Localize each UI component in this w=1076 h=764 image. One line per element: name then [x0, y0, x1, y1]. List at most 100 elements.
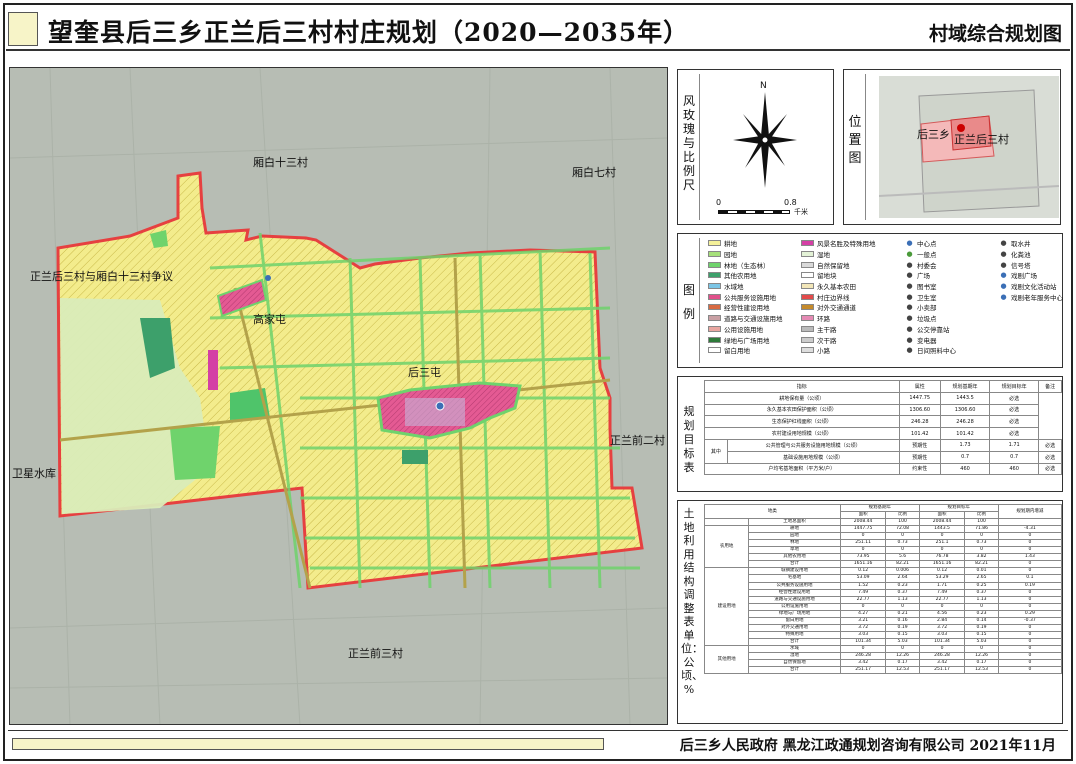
legend-symbol-icon: ● — [906, 282, 913, 291]
legend-symbol-icon: ● — [906, 314, 913, 323]
legend-label: 中心点 — [917, 240, 937, 249]
land-header-cell: 规划期内增减 — [997, 503, 1063, 520]
legend-item: 永久基本农田 — [801, 281, 905, 292]
land-cell: 公用设施用地 — [748, 602, 841, 611]
map-label-n7: 厢白七村 — [572, 166, 616, 179]
legend-swatch — [801, 304, 814, 311]
map-label-n13: 厢白十三村 — [253, 156, 308, 169]
legend-swatch — [801, 283, 814, 290]
land-cell: 82.21 — [964, 560, 999, 569]
land-cell: 0 — [964, 602, 999, 611]
land-row: 其他用地 水域 0 0 0 0 0 — [703, 644, 1063, 675]
land-cell: 72.08 — [885, 525, 920, 534]
land-cell: 其他农用地 — [748, 553, 841, 562]
goals-header-cell: 指标 — [704, 380, 900, 393]
legend-label: 自然保留地 — [817, 261, 850, 270]
legend-label: 公交停靠站 — [917, 325, 950, 334]
legend-item: 道路与交通设施用地 — [708, 313, 801, 324]
land-cell: 0.12 — [918, 567, 966, 576]
title-bar: 望奎县后三乡正兰后三村村庄规划（2020—2035年） 村域综合规划图 — [8, 9, 1068, 49]
legend-item: 村庄边界线 — [801, 291, 905, 302]
legend-swatch — [708, 272, 721, 279]
land-cell: 0.12 — [839, 567, 887, 576]
land-cell: 0.37 — [885, 588, 920, 597]
panel-divider — [699, 238, 700, 363]
land-cell: 3.72 — [918, 623, 966, 632]
legend-item: 小路 — [801, 345, 905, 356]
land-cell: 12.26 — [885, 651, 920, 661]
goals-cell: 必选 — [1038, 438, 1062, 452]
land-cell — [997, 518, 1063, 527]
land-cell: 100 — [964, 518, 999, 527]
village-map[interactable]: 厢白十三村 厢白七村 正兰后三村与厢白十三村争议 高家屯 后三屯 正兰前二村 卫… — [9, 67, 668, 725]
land-cell: 251.17 — [839, 666, 887, 675]
goals-cell: 预期性 — [898, 438, 942, 452]
legend-item: ● 卫生室 — [905, 291, 999, 302]
land-cell: 2008.44 — [839, 518, 887, 527]
legend-label: 取水井 — [1011, 240, 1031, 249]
legend-item: ● 广场 — [905, 270, 999, 281]
legend-symbol-icon: ● — [906, 324, 913, 333]
land-row: 经营性建设用地 7.49 0.37 7.49 0.37 0 — [705, 588, 1063, 597]
land-row: 留白用地 3.21 0.16 2.84 0.14 -0.37 — [705, 616, 1063, 625]
scale-bar — [718, 210, 790, 214]
land-cell: 3.82 — [964, 553, 999, 562]
scale-start: 0 — [716, 198, 722, 207]
legend-label: 园地 — [724, 251, 737, 260]
land-cell: 251.11 — [839, 539, 887, 548]
land-row: 草地 0 0 0 0 0 — [705, 546, 1063, 555]
land-cell: 0 — [997, 644, 1063, 653]
land-cell: 5.6 — [885, 553, 920, 562]
land-cell: 251.17 — [918, 666, 966, 675]
land-cell: 76.78 — [918, 553, 966, 562]
legend-symbol-icon: ● — [906, 346, 913, 355]
land-cell: 0 — [997, 539, 1063, 548]
land-cell: 1651.16 — [918, 560, 966, 569]
legend-swatch — [708, 304, 721, 311]
land-row: 对外交通用地 3.72 0.19 3.72 0.19 0 — [705, 623, 1063, 632]
legend-label: 垃圾点 — [917, 315, 937, 324]
land-cell: 22.77 — [839, 595, 887, 604]
legend-label: 卫生室 — [917, 293, 937, 302]
land-cell: 82.21 — [885, 560, 920, 569]
legend-swatch — [801, 325, 814, 332]
land-cell: 道路与交通设施用地 — [748, 595, 841, 604]
goals-cell: 必选 — [1038, 450, 1062, 464]
land-cell: 园地 — [748, 532, 841, 541]
legend-swatch — [801, 336, 814, 343]
goals-cell: 生态保护红线面积（公顷） — [704, 415, 900, 429]
legend-item: 留白用地 — [708, 345, 801, 356]
village-center-icon — [435, 401, 445, 411]
legend-item: ● 中心点 — [905, 238, 999, 249]
land-row: 农用地 耕地 1447.75 72.08 1443.5 71.86 -4.31 — [703, 525, 1063, 569]
map-label-zhenglanqian3: 正兰前三村 — [348, 647, 403, 660]
land-cell: 0 — [997, 630, 1063, 639]
land-cell: 0.19 — [964, 623, 999, 632]
footer: 后三乡人民政府 黑龙江政通规划咨询有限公司 2021年11月 — [8, 730, 1068, 757]
land-cell: 0.29 — [997, 609, 1063, 618]
land-cell: 0 — [997, 623, 1063, 632]
land-row: 土地总面积 2008.44 100 2008.44 100 — [703, 518, 1063, 527]
land-cell: 水域 — [748, 644, 841, 653]
land-cell: 5.03 — [964, 637, 999, 646]
legend-label: 经营性建设用地 — [724, 304, 770, 313]
land-cell: 101.34 — [918, 637, 966, 646]
land-cell: 自然保留地 — [748, 659, 841, 668]
goals-cell: 户均宅基地面积（平方米/户） — [704, 462, 900, 476]
land-cell: 1.71 — [918, 581, 966, 590]
map-label-housantun: 后三屯 — [408, 366, 441, 379]
land-row: 特殊用地 3.03 0.15 3.03 0.15 0 — [705, 630, 1063, 639]
public-space — [405, 398, 465, 426]
land-row: 合计 1651.16 82.21 1651.16 82.21 0 — [705, 560, 1063, 569]
land-cell: 0.23 — [885, 581, 920, 590]
forest-patch — [170, 426, 220, 480]
land-group-cell: 建设用地 — [703, 567, 750, 646]
land-cell: 12.26 — [964, 651, 999, 661]
legend-item: 其他农用地 — [708, 270, 801, 281]
land-cell: 0.006 — [885, 567, 920, 576]
land-cell: 4.56 — [918, 609, 966, 618]
map-label-weixing: 卫星水库 — [12, 467, 56, 480]
land-cell: 3.42 — [839, 659, 887, 668]
legend-label: 主干路 — [817, 325, 837, 334]
scale-unit: 千米 — [794, 208, 808, 216]
